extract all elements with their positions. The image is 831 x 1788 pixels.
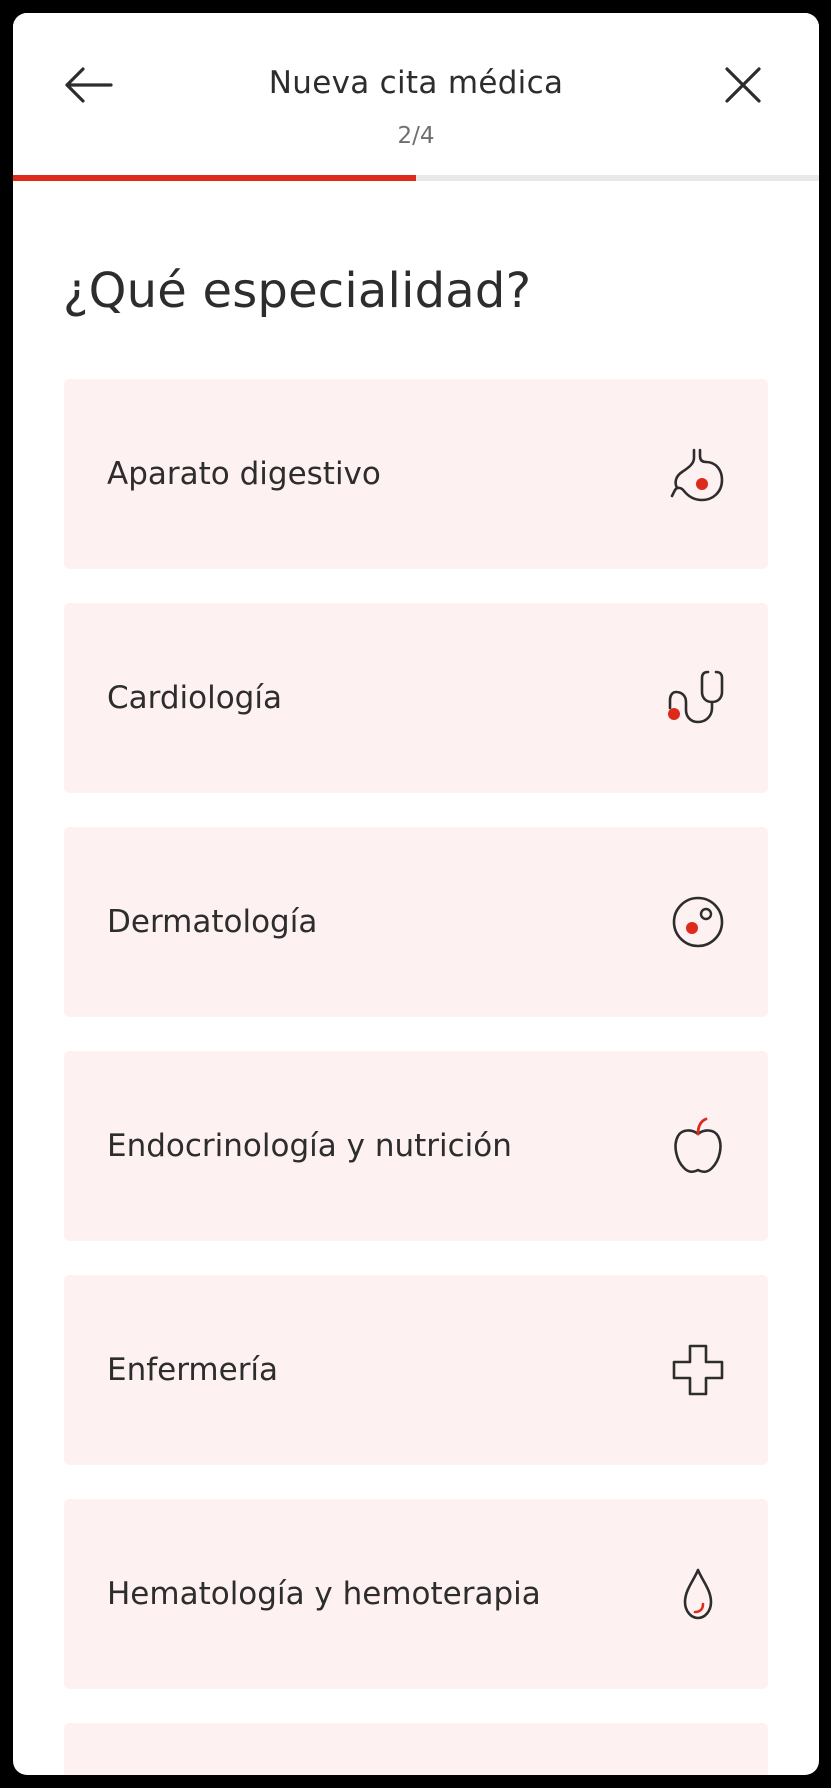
modal-sheet: Nueva cita médica 2/4 ¿Qué especialidad?… xyxy=(13,13,819,1775)
stethoscope-icon xyxy=(668,670,724,724)
specialty-item-enfermeria[interactable]: Enfermería xyxy=(64,1275,768,1465)
page-title: Nueva cita médica xyxy=(268,65,564,101)
specialty-list: Aparato digestivo Cardiología Dermatolog… xyxy=(64,379,768,1775)
specialty-item-endocrinologia-nutricion[interactable]: Endocrinología y nutrición xyxy=(64,1051,768,1241)
specialty-item-hematologia-hemoterapia[interactable]: Hematología y hemoterapia xyxy=(64,1499,768,1689)
step-indicator: 2/4 xyxy=(397,123,435,149)
specialty-item-dermatologia[interactable]: Dermatología xyxy=(64,827,768,1017)
specialty-item-aparato-digestivo[interactable]: Aparato digestivo xyxy=(64,379,768,569)
close-button[interactable] xyxy=(707,49,779,121)
cross-icon xyxy=(672,1344,724,1396)
header: Nueva cita médica 2/4 xyxy=(13,13,819,179)
specialty-label: Enfermería xyxy=(107,1352,279,1388)
specialty-label: Dermatología xyxy=(107,904,318,940)
skin-spot-icon xyxy=(672,896,724,948)
specialty-label: Aparato digestivo xyxy=(107,456,381,492)
apple-icon xyxy=(674,1117,722,1174)
specialty-label: Hematología y hemoterapia xyxy=(107,1576,541,1612)
specialty-item-cardiologia[interactable]: Cardiología xyxy=(64,603,768,793)
progress-bar-fill xyxy=(13,175,416,181)
stomach-icon xyxy=(670,448,724,502)
close-icon xyxy=(725,67,761,103)
blood-drop-icon xyxy=(683,1568,713,1620)
specialty-label: Endocrinología y nutrición xyxy=(107,1128,512,1164)
progress-bar xyxy=(13,175,819,181)
specialty-label: Cardiología xyxy=(107,680,282,716)
section-question: ¿Qué especialidad? xyxy=(63,263,532,319)
specialty-item-next[interactable] xyxy=(64,1723,768,1775)
